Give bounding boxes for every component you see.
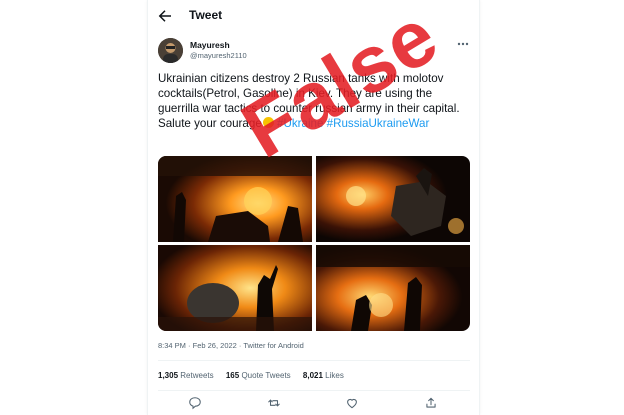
tweet-stats: 1,305 Retweets 165 Quote Tweets 8,021 Li… [158,371,354,380]
likes-label: Likes [325,371,344,380]
meta-separator: · [238,341,242,350]
media-photo[interactable] [316,156,470,242]
tweet-time[interactable]: 8:34 PM [158,341,186,350]
share-icon[interactable] [424,396,438,410]
tweet-meta: 8:34 PM · Feb 26, 2022 · Twitter for And… [158,341,304,350]
tweet-client[interactable]: Twitter for Android [243,341,303,350]
likes-stat[interactable]: 8,021 Likes [303,371,344,380]
likes-count: 8,021 [302,371,323,380]
quotes-label: Quote Tweets [241,371,291,380]
more-options-icon[interactable] [457,40,469,48]
divider [158,390,470,391]
retweet-icon[interactable] [267,396,281,410]
divider [158,360,470,361]
meta-separator: · [188,341,191,350]
author-handle[interactable]: @mayuresh2110 [190,51,247,60]
page-title: Tweet [189,8,223,22]
tweet-date[interactable]: Feb 26, 2022 [193,341,237,350]
quotes-stat[interactable]: 165 Quote Tweets [226,371,291,380]
retweets-label: Retweets [180,371,214,380]
arrow-left-icon[interactable] [156,7,174,25]
media-photo[interactable] [316,245,470,331]
media-photo[interactable] [158,245,312,331]
retweets-stat[interactable]: 1,305 Retweets [158,371,214,380]
quotes-count: 165 [225,371,240,380]
author-name[interactable]: Mayuresh [190,40,230,50]
retweets-count: 1,305 [158,371,179,380]
avatar[interactable] [158,38,183,63]
heart-icon[interactable] [345,396,359,410]
reply-icon[interactable] [188,396,202,410]
media-grid [158,156,470,331]
